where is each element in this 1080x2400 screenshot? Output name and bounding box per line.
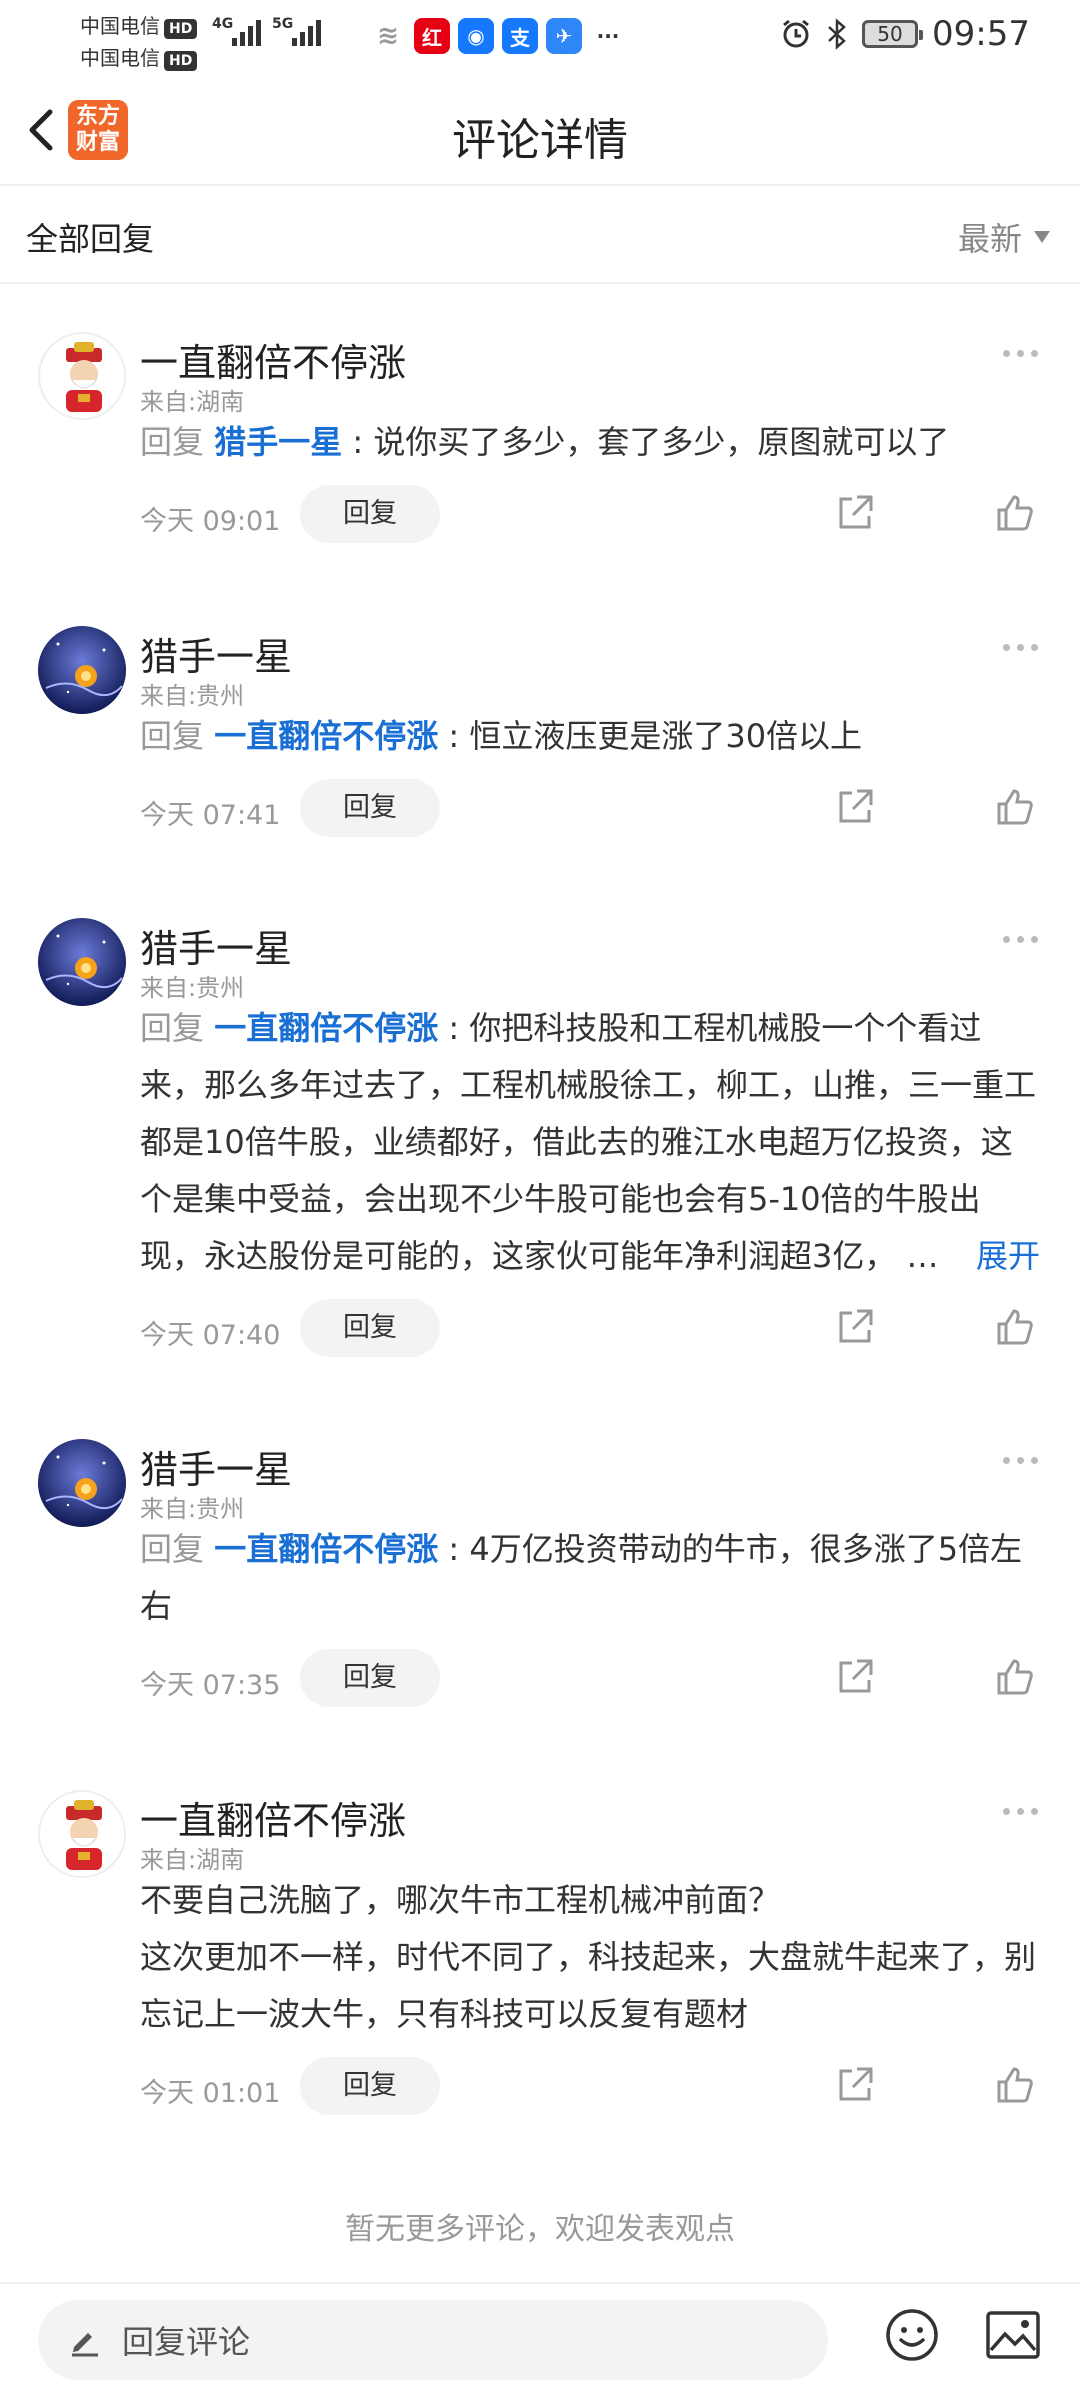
more-options-icon[interactable]: [1003, 350, 1038, 357]
more-options-icon[interactable]: [1003, 1808, 1038, 1815]
comment-text: : 说你买了多少，套了多少，原图就可以了: [342, 423, 950, 461]
status-bar: 中国电信 HD 中国电信 HD 4G 5G ≋ 红 ◉ 支 ✈ ··· 50 09:…: [0, 0, 1080, 80]
comment-body: 回复 一直翻倍不停涨 : 你把科技股和工程机械股一个个看过来，那么多年过去了，工…: [140, 1000, 1040, 1285]
avatar[interactable]: [38, 332, 126, 420]
timestamp: 今天 07:40: [140, 1320, 281, 1351]
username[interactable]: 猎手一星: [140, 626, 292, 681]
no-more-comments: 暂无更多评论，欢迎发表观点: [345, 2212, 735, 2247]
notification-icons: ≋ 红 ◉ 支 ✈ ···: [370, 18, 626, 54]
all-replies-label: 全部回复: [26, 220, 155, 258]
username[interactable]: 一直翻倍不停涨: [140, 1790, 406, 1845]
status-right: 50 09:57: [780, 14, 1030, 54]
avatar[interactable]: [38, 918, 126, 1006]
timestamp: 今天 09:01: [140, 506, 281, 537]
network-type-2: 5G: [272, 16, 294, 32]
reply-button[interactable]: 回复: [300, 779, 440, 837]
carrier-2: 中国电信 HD: [80, 42, 198, 71]
comment-text: : 恒立液压更是涨了30倍以上: [438, 717, 863, 755]
network-type-1: 4G: [212, 16, 234, 32]
reply-button[interactable]: 回复: [300, 2057, 440, 2115]
reply-prefix: 回复: [140, 423, 205, 461]
mention-link[interactable]: 一直翻倍不停涨: [214, 1009, 438, 1047]
reply-prefix: 回复: [140, 717, 205, 755]
reply-input[interactable]: 回复评论: [38, 2300, 828, 2380]
replies-bar: 全部回复 最新: [0, 186, 1080, 284]
mention-link[interactable]: 一直翻倍不停涨: [214, 1530, 438, 1568]
comment-body: 回复 一直翻倍不停涨 : 恒立液压更是涨了30倍以上: [140, 708, 1040, 765]
location-label: 来自:贵州: [140, 682, 245, 710]
bottom-bar: 回复评论: [0, 2282, 1080, 2400]
reply-button[interactable]: 回复: [300, 485, 440, 543]
more-options-icon[interactable]: [1003, 644, 1038, 651]
alipay-icon: 支: [502, 18, 538, 54]
ellipsis: …: [906, 1237, 939, 1275]
header: 东方 财富 评论详情: [0, 80, 1080, 186]
reply-button[interactable]: 回复: [300, 1649, 440, 1707]
avatar-icon: [42, 1794, 124, 1876]
page-title: 评论详情: [452, 115, 628, 166]
reply-prefix: 回复: [140, 1009, 205, 1047]
reply-input-placeholder: 回复评论: [122, 2323, 251, 2361]
username[interactable]: 一直翻倍不停涨: [140, 332, 406, 387]
signal-icon-2: [292, 20, 321, 46]
username[interactable]: 猎手一星: [140, 918, 292, 973]
chevron-down-icon: [1034, 231, 1050, 243]
reply-prefix: 回复: [140, 1530, 205, 1568]
mail-icon: ✈: [546, 18, 582, 54]
reply-button[interactable]: 回复: [300, 1299, 440, 1357]
comment-text: : 你把科技股和工程机械股一个个看过来，那么多年过去了，工程机械股徐工，柳工，山…: [140, 1009, 1037, 1275]
more-notifications-icon: ···: [590, 18, 626, 54]
avatar-icon: [38, 918, 126, 1006]
sort-label: 最新: [957, 220, 1022, 258]
share-icon[interactable]: [835, 493, 875, 533]
mention-link[interactable]: 猎手一星: [214, 423, 342, 461]
weibo-icon: 红: [414, 18, 450, 54]
thumbs-up-icon[interactable]: [995, 2065, 1035, 2105]
comment-text: 不要自己洗脑了，哪次牛市工程机械冲前面？ 这次更加不一样，时代不同了，科技起来，…: [140, 1881, 1037, 2033]
thumbs-up-icon[interactable]: [995, 1657, 1035, 1697]
comment-body: 不要自己洗脑了，哪次牛市工程机械冲前面？ 这次更加不一样，时代不同了，科技起来，…: [140, 1872, 1040, 2043]
thumbs-up-icon[interactable]: [995, 787, 1035, 827]
signal-icon: [232, 20, 261, 46]
expand-link[interactable]: 展开: [976, 1228, 1040, 1285]
avatar[interactable]: [38, 1439, 126, 1527]
clock: 09:57: [932, 14, 1030, 54]
timestamp: 今天 07:41: [140, 800, 281, 831]
location-label: 来自:贵州: [140, 974, 245, 1002]
pencil-icon: [72, 2333, 98, 2357]
location-label: 来自:贵州: [140, 1495, 245, 1523]
share-icon[interactable]: [835, 1307, 875, 1347]
share-icon[interactable]: [835, 2065, 875, 2105]
share-icon[interactable]: [835, 787, 875, 827]
alarm-icon: [783, 19, 809, 48]
emoji-icon[interactable]: [885, 2308, 939, 2362]
share-icon[interactable]: [835, 1657, 875, 1697]
carrier-1: 中国电信 HD: [80, 10, 198, 39]
username[interactable]: 猎手一星: [140, 1439, 292, 1494]
wifi-calling-icon: ≋: [370, 18, 406, 54]
qq-icon: ◉: [458, 18, 494, 54]
timestamp: 今天 07:35: [140, 1670, 281, 1701]
comment-body: 回复 一直翻倍不停涨 : 4万亿投资带动的牛市，很多涨了5倍左右: [140, 1521, 1040, 1635]
more-options-icon[interactable]: [1003, 1457, 1038, 1464]
sort-dropdown[interactable]: 最新: [958, 214, 1050, 260]
comment-body: 回复 猎手一星 : 说你买了多少，套了多少，原图就可以了: [140, 414, 1040, 471]
avatar-icon: [38, 1439, 126, 1527]
timestamp: 今天 01:01: [140, 2078, 281, 2109]
image-icon[interactable]: [985, 2310, 1041, 2360]
avatar[interactable]: [38, 626, 126, 714]
avatar[interactable]: [38, 1790, 126, 1878]
thumbs-up-icon[interactable]: [995, 1307, 1035, 1347]
battery-icon: 50: [862, 20, 924, 48]
thumbs-up-icon[interactable]: [995, 493, 1035, 533]
more-options-icon[interactable]: [1003, 936, 1038, 943]
mention-link[interactable]: 一直翻倍不停涨: [214, 717, 438, 755]
avatar-icon: [42, 336, 124, 418]
location-label: 来自:湖南: [140, 1846, 245, 1874]
bluetooth-icon: [828, 18, 846, 50]
avatar-icon: [38, 626, 126, 714]
location-label: 来自:湖南: [140, 388, 245, 416]
